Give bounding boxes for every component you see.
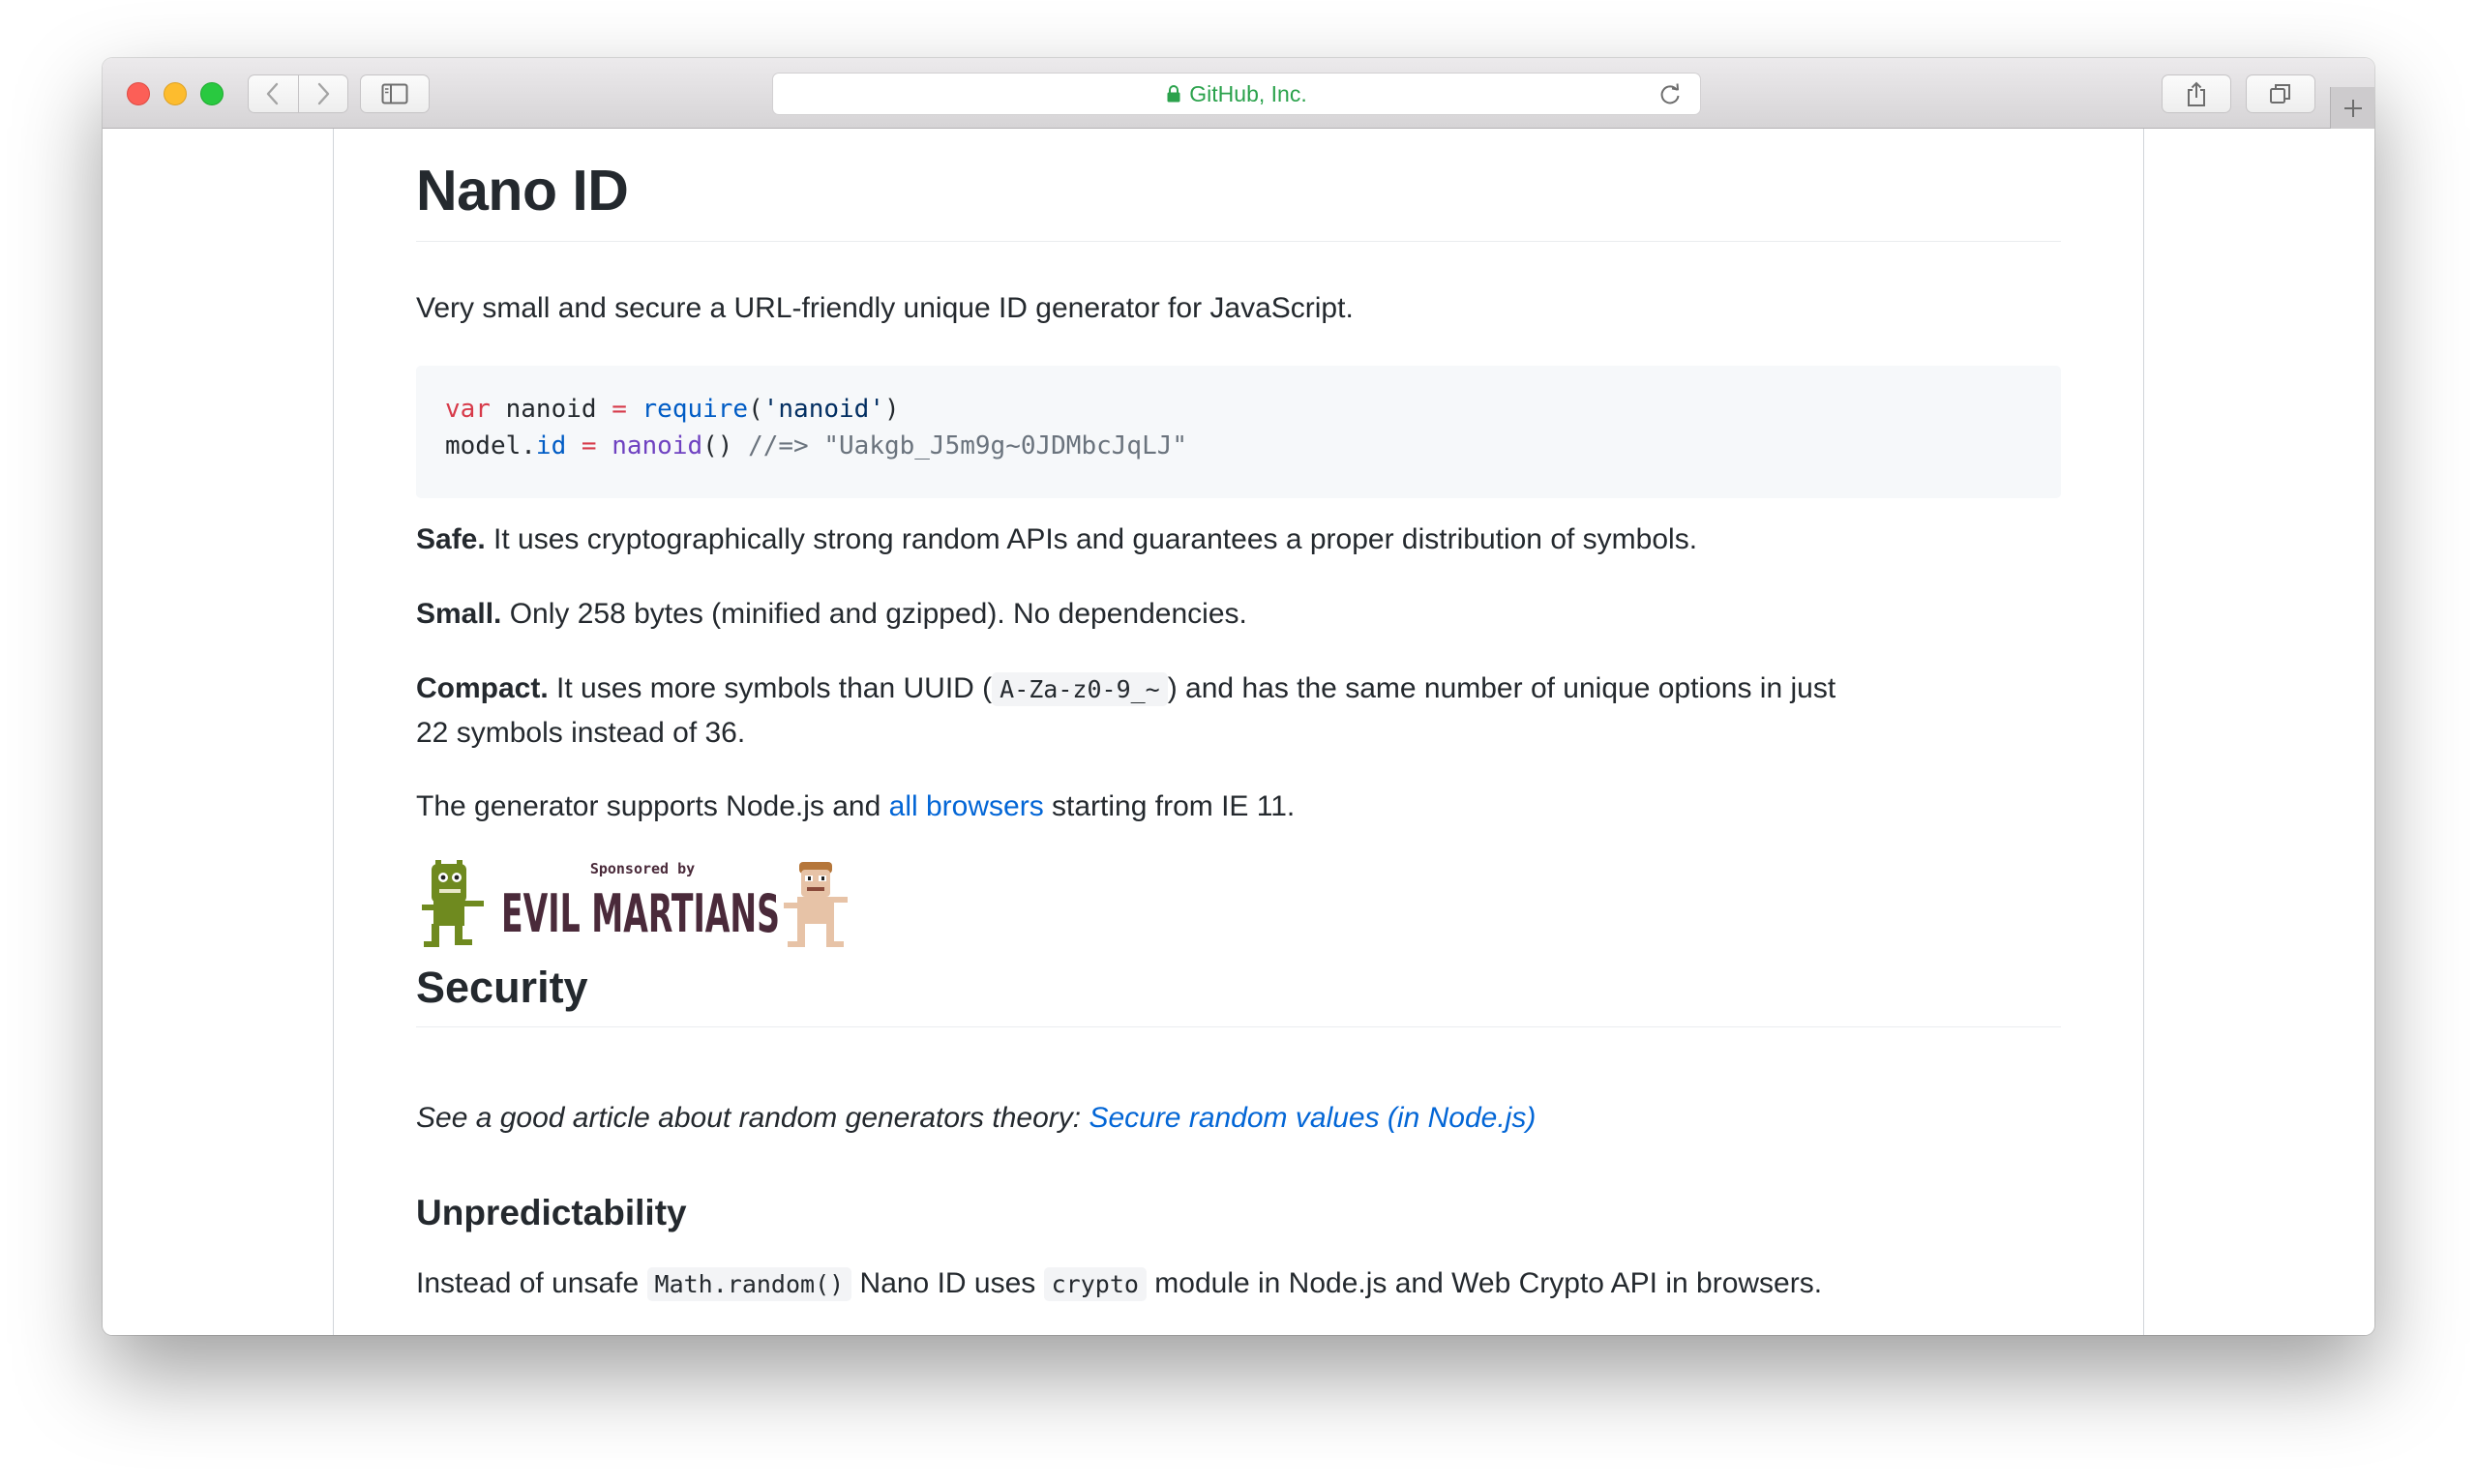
compact-paragraph: Compact. It uses more symbols than UUID … [416,667,1867,755]
sponsor-caption: Sponsored by [590,860,695,877]
compact-label: Compact. [416,672,549,704]
share-icon [2188,81,2205,106]
forward-icon [317,82,329,105]
evil-martians-sponsor-logo[interactable]: Sponsored by EVIL MARTIANS [420,854,851,951]
code-object: model. [445,431,536,460]
maximize-window-button[interactable] [200,82,224,105]
math-random-code: Math.random() [646,1267,852,1301]
crypto-code: crypto [1043,1267,1147,1301]
share-button[interactable] [2162,74,2231,113]
unpredictability-heading: Unpredictability [416,1193,687,1232]
safe-text: It uses cryptographically strong random … [485,523,1698,555]
browsers-paragraph: The generator supports Node.js and all b… [416,785,1295,828]
security-heading: Security [416,963,2061,1027]
readme-article: Nano ID Very small and secure a URL-frie… [333,129,2144,1335]
small-text: Only 258 bytes (minified and gzipped). N… [501,598,1247,630]
tabs-icon [2270,84,2290,104]
close-window-button[interactable] [127,82,150,105]
small-label: Small. [416,598,502,630]
code-block: var nanoid = require('nanoid') model.id … [416,366,2061,498]
code-operator: = [612,395,627,424]
browsers-text-before: The generator supports Node.js and [416,790,889,822]
unsafe-text-2: Nano ID uses [851,1267,1044,1299]
browser-window: GitHub, Inc. Nano ID Very small and secu… [103,58,2374,1335]
inline-code: A-Za-z0-9_~ [992,672,1168,706]
sidebar-icon [381,83,408,104]
code-function: require [642,395,749,424]
plus-icon [2343,99,2362,117]
code-paren-close: ) [883,395,900,424]
green-martian-icon [422,860,484,947]
beige-martian-icon [784,862,848,947]
lock-icon [1167,85,1180,103]
code-keyword: var [445,395,491,424]
code-parens: () [702,431,733,460]
sidebar-toggle-button[interactable] [360,74,430,113]
forward-button[interactable] [297,75,348,112]
intro-paragraph: Very small and secure a URL-friendly uni… [416,292,1354,324]
code-paren-open: ( [748,395,763,424]
code-identifier: nanoid [490,395,612,424]
reload-icon[interactable] [1657,82,1683,107]
safe-paragraph: Safe. It uses cryptographically strong r… [416,518,1697,561]
sponsor-name: EVIL MARTIANS [501,883,780,944]
minimize-window-button[interactable] [164,82,187,105]
safe-label: Safe. [416,523,486,555]
back-icon [267,82,279,105]
browsers-text-after: starting from IE 11. [1043,790,1296,822]
browser-toolbar: GitHub, Inc. [103,58,2374,129]
code-operator: = [581,431,597,460]
article-note-paragraph: See a good article about random generato… [416,1096,1536,1140]
page-content: Nano ID Very small and secure a URL-frie… [103,129,2374,1335]
page-title: Nano ID [416,158,2061,242]
all-browsers-link[interactable]: all browsers [889,790,1044,822]
back-button[interactable] [249,75,298,112]
code-string: 'nanoid' [762,395,884,424]
show-tabs-button[interactable] [2246,74,2315,113]
small-paragraph: Small. Only 258 bytes (minified and gzip… [416,592,1247,636]
article-note-text: See a good article about random generato… [416,1102,1089,1134]
navigation-buttons [248,74,348,113]
unpredictability-paragraph: Instead of unsafe Math.random() Nano ID … [416,1261,1822,1306]
secure-random-values-link[interactable]: Secure random values (in Node.js) [1089,1102,1536,1134]
unsafe-text-1: Instead of unsafe [416,1267,647,1299]
code-property: id [535,431,567,460]
address-bar[interactable]: GitHub, Inc. [772,73,1701,115]
url-text: GitHub, Inc. [1189,80,1307,106]
new-tab-button[interactable] [2330,87,2374,129]
compact-text-before: It uses more symbols than UUID ( [548,672,993,704]
code-comment: //=> "Uakgb_J5m9g~0JDMbcJqLJ" [732,431,1188,460]
unsafe-text-3: module in Node.js and Web Crypto API in … [1146,1267,1823,1299]
code-function-call: nanoid [612,431,703,460]
